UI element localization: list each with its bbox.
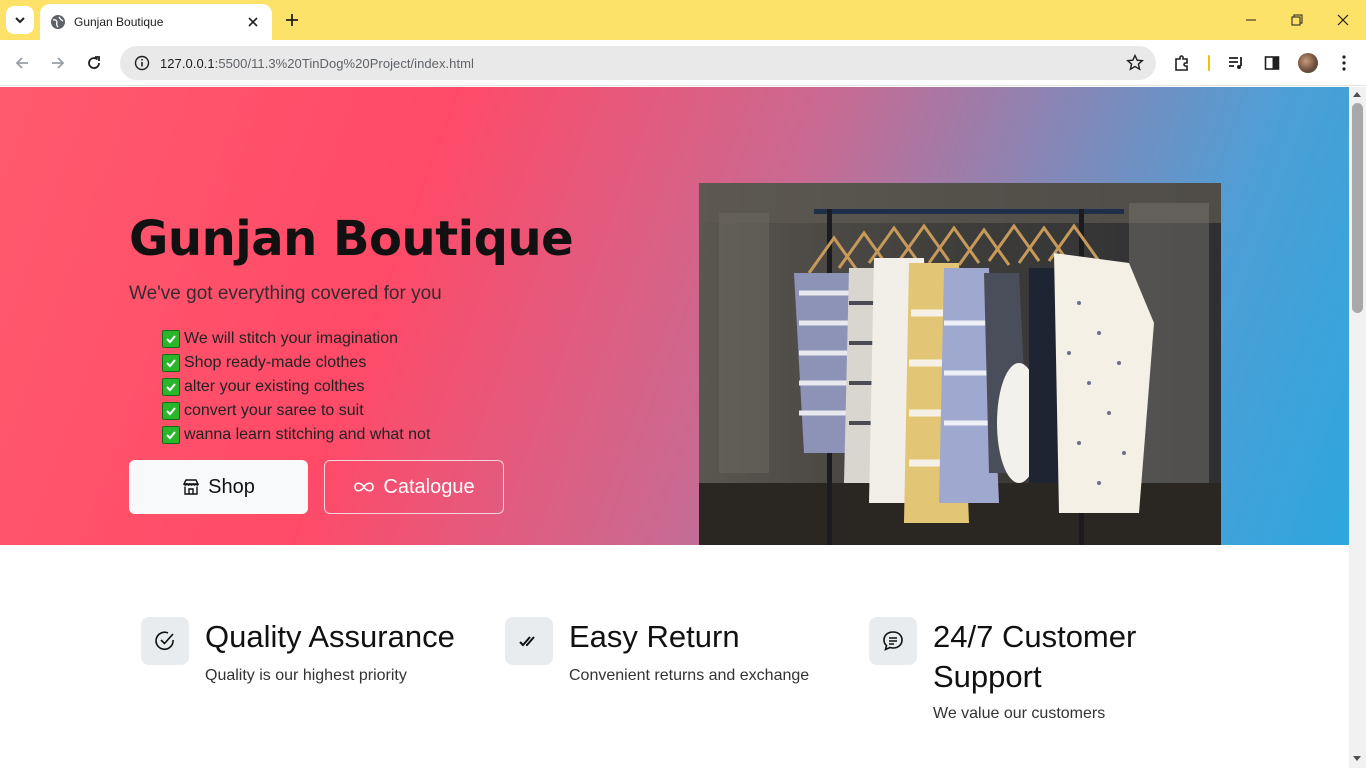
page-viewport: Gunjan Boutique We've got everything cov…: [0, 87, 1349, 768]
menu-button[interactable]: [1332, 51, 1356, 75]
side-panel-icon: [1264, 56, 1280, 70]
reload-icon: [88, 56, 100, 69]
tab-search-button[interactable]: [6, 6, 34, 34]
shop-button[interactable]: Shop: [129, 460, 308, 514]
list-item: Shop ready-made clothes: [162, 351, 430, 375]
shop-icon: [182, 478, 200, 496]
restore-icon: [1291, 14, 1303, 26]
restore-button[interactable]: [1274, 0, 1320, 40]
feature-title: Easy Return: [569, 619, 740, 654]
scroll-down-icon[interactable]: [1353, 756, 1361, 761]
infinity-icon: [353, 480, 375, 494]
list-item: We will stitch your imagination: [162, 327, 430, 351]
globe-icon: [51, 15, 65, 29]
info-icon: [134, 55, 150, 71]
chat-icon: [869, 617, 917, 665]
close-window-button[interactable]: [1320, 0, 1366, 40]
bookmark-star-icon[interactable]: [1126, 54, 1144, 72]
browser-toolbar: 127.0.0.1:5500/11.3%20TinDog%20Project/i…: [0, 40, 1366, 86]
profile-avatar[interactable]: [1298, 53, 1318, 73]
feature-title: 24/7 Customer Support: [933, 619, 1137, 694]
tab-strip: Gunjan Boutique: [0, 0, 1366, 40]
minimize-button[interactable]: [1228, 0, 1274, 40]
scrollbar-thumb[interactable]: [1352, 103, 1363, 313]
clothing-rack-image: [699, 183, 1221, 545]
list-item: alter your existing colthes: [162, 375, 430, 399]
feature-title: Quality Assurance: [205, 619, 455, 654]
tab-title: Gunjan Boutique: [74, 15, 164, 29]
catalogue-button[interactable]: Catalogue: [324, 460, 504, 514]
chevron-down-icon: [15, 17, 25, 24]
double-check-icon: [505, 617, 553, 665]
back-button[interactable]: [8, 49, 36, 77]
list-item: convert your saree to suit: [162, 399, 430, 423]
scroll-up-icon[interactable]: [1353, 92, 1361, 97]
hero-subtitle: We've got everything covered for you: [129, 283, 442, 304]
checkmark-icon: [162, 330, 180, 348]
service-list: We will stitch your imagination Shop rea…: [162, 327, 430, 447]
close-icon: [1337, 14, 1349, 26]
checkmark-icon: [162, 378, 180, 396]
puzzle-icon: [1175, 55, 1188, 71]
hero-section: Gunjan Boutique We've got everything cov…: [0, 87, 1349, 545]
arrow-left-icon: [15, 57, 28, 69]
url-text: 127.0.0.1:5500/11.3%20TinDog%20Project/i…: [160, 55, 474, 71]
more-vertical-icon: [1342, 55, 1346, 71]
list-item: wanna learn stitching and what not: [162, 423, 430, 447]
page-scrollbar[interactable]: [1349, 87, 1366, 768]
plus-icon: [286, 14, 298, 26]
playlist-icon: [1229, 57, 1242, 69]
browser-tab[interactable]: Gunjan Boutique: [40, 4, 272, 40]
feature-text: We value our customers: [933, 705, 1106, 722]
catalogue-button-label: Catalogue: [383, 475, 475, 498]
new-tab-button[interactable]: [280, 8, 304, 32]
forward-button[interactable]: [44, 49, 72, 77]
side-panel-button[interactable]: [1260, 51, 1284, 75]
address-bar[interactable]: 127.0.0.1:5500/11.3%20TinDog%20Project/i…: [120, 46, 1156, 80]
checkmark-icon: [162, 354, 180, 372]
minimize-icon: [1246, 19, 1256, 21]
check-circle-icon: [141, 617, 189, 665]
reload-button[interactable]: [80, 49, 108, 77]
arrow-right-icon: [52, 57, 65, 69]
checkmark-icon: [162, 402, 180, 420]
extensions-button[interactable]: [1170, 51, 1194, 75]
hero-title: Gunjan Boutique: [129, 211, 574, 267]
close-tab-icon[interactable]: [244, 13, 262, 31]
toolbar-separator: [1208, 55, 1210, 71]
feature-text: Convenient returns and exchange: [569, 667, 810, 684]
checkmark-icon: [162, 426, 180, 444]
shop-button-label: Shop: [208, 475, 255, 498]
media-control-button[interactable]: [1224, 51, 1248, 75]
feature-text: Quality is our highest priority: [205, 667, 407, 684]
